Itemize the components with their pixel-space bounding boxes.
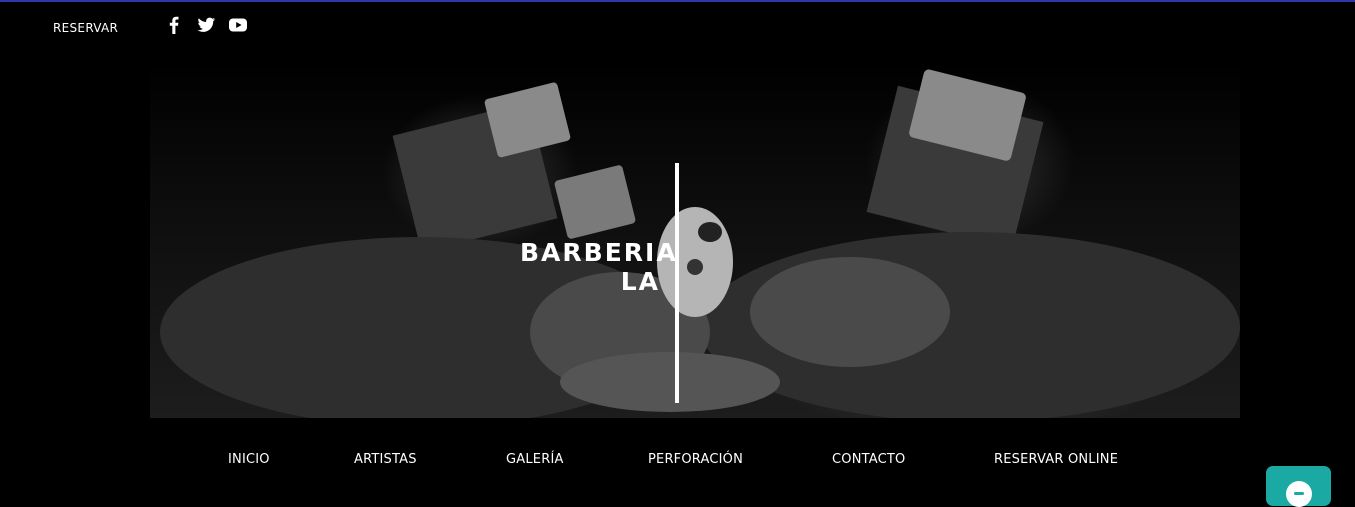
main-nav: INICIO ARTISTAS GALERÍA PERFORACIÓN CONT… xyxy=(0,448,1355,472)
nav-item-inicio[interactable]: INICIO xyxy=(228,452,270,467)
twitter-icon[interactable] xyxy=(195,14,217,36)
facebook-icon[interactable] xyxy=(163,14,185,36)
nav-item-artistas[interactable]: ARTISTAS xyxy=(354,452,417,467)
brand-line-2: LA xyxy=(620,267,660,296)
nav-item-contacto[interactable]: CONTACTO xyxy=(832,452,905,467)
brand-title: BARBERIA LA xyxy=(520,238,678,296)
chat-button[interactable] xyxy=(1266,466,1331,507)
brand-line-1: BARBERIA xyxy=(520,238,678,267)
hero-banner: BARBERIA LA xyxy=(150,62,1240,418)
tattoo-machines-image xyxy=(160,69,1240,418)
top-bar: RESERVAR xyxy=(0,2,1355,50)
reserve-link[interactable]: RESERVAR xyxy=(53,21,118,35)
chat-bubble-icon xyxy=(1286,481,1312,507)
youtube-icon[interactable] xyxy=(227,14,249,36)
nav-item-galeria[interactable]: GALERÍA xyxy=(506,452,564,467)
nav-item-perforacion[interactable]: PERFORACIÓN xyxy=(648,452,743,467)
hero-divider xyxy=(675,163,679,403)
nav-item-reservar-online[interactable]: RESERVAR ONLINE xyxy=(994,452,1118,467)
